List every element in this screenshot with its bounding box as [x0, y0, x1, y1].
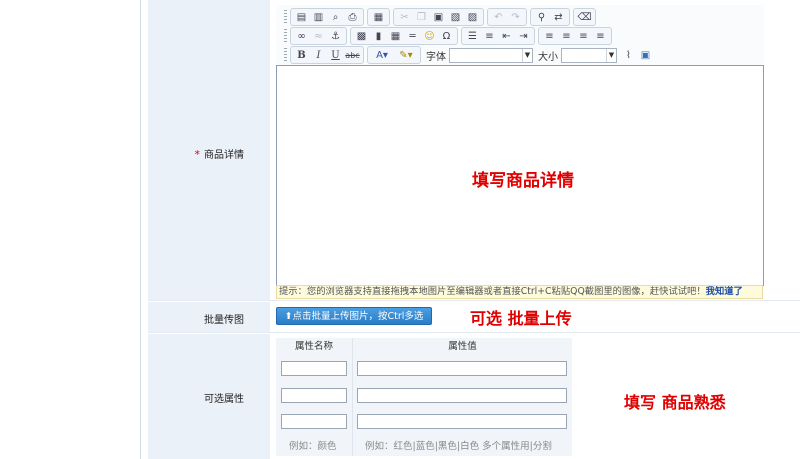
table-icon[interactable]: ▦	[388, 29, 403, 43]
flash-icon[interactable]: ▮	[371, 29, 386, 43]
anchor-icon[interactable]: ⚓	[328, 29, 343, 43]
toolbar-group-clipboard: ✂ ❐ ▣ ▧ ▨	[393, 8, 484, 26]
bold-icon[interactable]: B	[294, 48, 309, 62]
toolbar-grip	[284, 10, 287, 24]
cut-icon[interactable]: ✂	[397, 10, 412, 24]
attr-name-header: 属性名称	[294, 341, 333, 352]
chevron-down-icon: ▼	[522, 48, 532, 62]
fullscreen-icon[interactable]: ▣	[638, 48, 653, 62]
find-icon[interactable]: ⚲	[534, 10, 549, 24]
font-label: 字体	[426, 51, 446, 63]
attr-name-input-3[interactable]	[281, 414, 347, 429]
print-icon[interactable]: ⎙	[345, 10, 360, 24]
redo-icon[interactable]: ↷	[508, 10, 523, 24]
font-color-icon[interactable]: A▾	[371, 48, 393, 62]
paste-text-icon[interactable]: ▧	[448, 10, 463, 24]
align-center-icon[interactable]: ≡	[559, 29, 574, 43]
batch-annotation: 可选 批量上传	[470, 309, 572, 328]
hr-icon[interactable]: ═	[405, 29, 420, 43]
outdent-icon[interactable]: ⇤	[499, 29, 514, 43]
size-select[interactable]: ▼	[561, 47, 617, 63]
toolbar-group-style: B I U abc	[290, 46, 364, 64]
link-icon[interactable]: ∞	[294, 29, 309, 43]
image-icon[interactable]: ▩	[354, 29, 369, 43]
attribute-table: 属性名称 属性值 例如：颜色 例如：红色|蓝色|黑色|白色 多个属性用|分割	[276, 338, 572, 456]
toolbar-group-lists: ☰ ≡ ⇤ ⇥	[461, 27, 535, 45]
size-label: 大小	[538, 51, 558, 63]
underline-icon[interactable]: U	[328, 48, 343, 62]
align-left-icon[interactable]: ≡	[542, 29, 557, 43]
toolbar-group-insert: ▩ ▮ ▦ ═ ☺ Ω	[350, 27, 458, 45]
editor-tip-bar: 提示：您的浏览器支持直接拖拽本地图片至编辑器或者直接Ctrl+C粘贴QQ截图里的…	[276, 285, 763, 299]
template-icon[interactable]: ▦	[371, 10, 386, 24]
rich-text-editor: ▤ ▥ ⌕ ⎙ ▦ ✂ ❐ ▣ ▧ ▨ ↶ ↷ ⚲ ⇄ ⌫ ∞ ≈ ⚓ ▩ ▮ …	[276, 5, 764, 299]
toolbar-grip	[284, 48, 287, 62]
align-justify-icon[interactable]: ≡	[593, 29, 608, 43]
toolbar-group-clear: ⌫	[573, 8, 596, 26]
indent-icon[interactable]: ⇥	[516, 29, 531, 43]
paste-icon[interactable]: ▣	[431, 10, 446, 24]
ordered-list-icon[interactable]: ☰	[465, 29, 480, 43]
copy-icon[interactable]: ❐	[414, 10, 429, 24]
toolbar-group-document: ▤ ▥ ⌕ ⎙	[290, 8, 364, 26]
source-icon[interactable]: ▤	[294, 10, 309, 24]
batch-upload-button[interactable]: ⬆点击批量上传图片，按Ctrl多选	[276, 307, 432, 325]
editor-content-area[interactable]: 填写商品详情	[276, 65, 764, 286]
undo-icon[interactable]: ↶	[491, 10, 506, 24]
editor-tip-text: 提示：您的浏览器支持直接拖拽本地图片至编辑器或者直接Ctrl+C粘贴QQ截图里的…	[279, 286, 706, 297]
attr-value-example: 例如：红色|蓝色|黑色|白色 多个属性用|分割	[365, 441, 552, 452]
toolbar-row-2: ∞ ≈ ⚓ ▩ ▮ ▦ ═ ☺ Ω ☰ ≡ ⇤ ⇥ ≡ ≡ ≡ ≡	[284, 27, 615, 45]
detail-label-wrap: * 商品详情	[148, 146, 270, 161]
preview-icon[interactable]: ⌕	[328, 10, 343, 24]
unlink-icon[interactable]: ≈	[311, 29, 326, 43]
attach-icon[interactable]: ⌇	[621, 48, 636, 62]
row-divider	[148, 300, 800, 301]
paste-plain-icon[interactable]: ▥	[311, 10, 326, 24]
toolbar-group-find: ⚲ ⇄	[530, 8, 570, 26]
upload-arrow-icon: ⬆	[284, 311, 293, 322]
bg-color-icon[interactable]: ✎▾	[395, 48, 417, 62]
toolbar-group-history: ↶ ↷	[487, 8, 527, 26]
font-select[interactable]: ▼	[449, 47, 533, 63]
toolbar-group-template: ▦	[367, 8, 390, 26]
smiley-icon[interactable]: ☺	[422, 29, 437, 43]
toolbar-row-1: ▤ ▥ ⌕ ⎙ ▦ ✂ ❐ ▣ ▧ ▨ ↶ ↷ ⚲ ⇄ ⌫	[284, 8, 599, 26]
toolbar-group-align: ≡ ≡ ≡ ≡	[538, 27, 612, 45]
eraser-icon[interactable]: ⌫	[577, 10, 592, 24]
align-right-icon[interactable]: ≡	[576, 29, 591, 43]
left-divider	[140, 0, 141, 459]
detail-annotation: 填写商品详情	[472, 171, 574, 191]
italic-icon[interactable]: I	[311, 48, 326, 62]
tip-dismiss-link[interactable]: 我知道了	[706, 286, 743, 297]
toolbar-group-color: A▾ ✎▾	[367, 46, 421, 64]
special-char-icon[interactable]: Ω	[439, 29, 454, 43]
attr-value-header: 属性值	[448, 341, 477, 352]
attr-name-input-1[interactable]	[281, 361, 347, 376]
attr-name-input-2[interactable]	[281, 388, 347, 403]
detail-label: 商品详情	[204, 150, 244, 161]
batch-label: 批量传图	[204, 315, 244, 326]
editor-toolbar: ▤ ▥ ⌕ ⎙ ▦ ✂ ❐ ▣ ▧ ▨ ↶ ↷ ⚲ ⇄ ⌫ ∞ ≈ ⚓ ▩ ▮ …	[276, 5, 764, 65]
attr-name-example: 例如：颜色	[289, 441, 337, 452]
attr-value-input-1[interactable]	[357, 361, 567, 376]
required-mark: *	[194, 148, 201, 161]
chevron-down-icon: ▼	[606, 48, 616, 62]
attr-value-input-3[interactable]	[357, 414, 567, 429]
upload-button-label: 点击批量上传图片，按Ctrl多选	[292, 311, 424, 322]
toolbar-group-links: ∞ ≈ ⚓	[290, 27, 347, 45]
attr-label: 可选属性	[204, 394, 244, 405]
unordered-list-icon[interactable]: ≡	[482, 29, 497, 43]
attr-value-input-2[interactable]	[357, 388, 567, 403]
strike-icon[interactable]: abc	[345, 48, 360, 62]
replace-icon[interactable]: ⇄	[551, 10, 566, 24]
paste-word-icon[interactable]: ▨	[465, 10, 480, 24]
toolbar-row-3: B I U abc A▾ ✎▾ 字体 ▼ 大小 ▼ ⌇ ▣	[284, 46, 654, 64]
toolbar-grip	[284, 29, 287, 43]
row-divider	[148, 332, 800, 333]
attr-annotation: 填写 商品熟悉	[624, 393, 726, 412]
